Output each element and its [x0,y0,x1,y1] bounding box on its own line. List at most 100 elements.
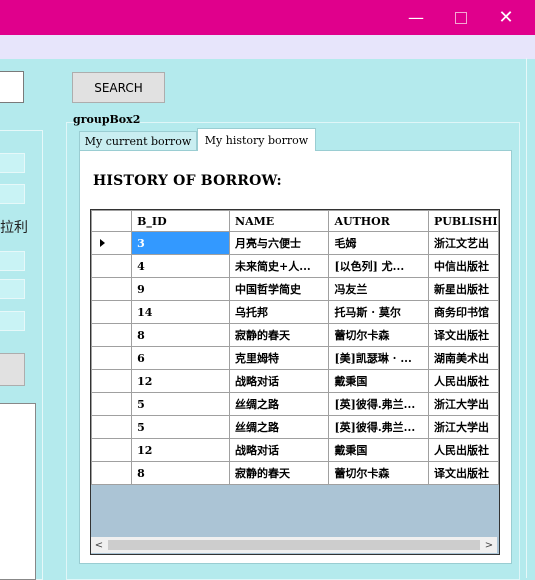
row-header[interactable] [91,254,133,278]
left-action-button[interactable] [0,353,25,386]
tab-current-borrow[interactable]: My current borrow [79,131,197,152]
row-header[interactable] [91,231,133,255]
cell-b-id[interactable]: 8 [131,461,231,485]
row-header[interactable] [91,323,133,347]
row-header[interactable] [91,415,133,439]
row-header[interactable] [91,461,133,485]
cell-b-id[interactable]: 6 [131,346,231,370]
scroll-right-icon: > [484,539,494,551]
tab-history-borrow[interactable]: My history borrow [197,128,316,151]
cell-publisher[interactable]: 人民出版社 [428,438,499,462]
left-field-3[interactable] [0,251,25,271]
cell-b-id[interactable]: 4 [131,254,231,278]
table-row[interactable]: 3 月亮与六便士 毛姆 浙江文艺出 [91,231,499,255]
cell-author[interactable]: [英]彼得.弗兰... [328,392,429,416]
cell-publisher[interactable]: 商务印书馆 [428,300,499,324]
row-header[interactable] [91,369,133,393]
cell-name[interactable]: 克里姆特 [229,346,330,370]
close-button[interactable]: ✕ [486,0,526,35]
cell-publisher[interactable]: 浙江大学出 [428,392,499,416]
groupbox-title: groupBox2 [73,113,141,126]
cell-name[interactable]: 丝绸之路 [229,415,330,439]
cell-name[interactable]: 战略对话 [229,438,330,462]
cell-author[interactable]: 毛姆 [328,231,429,255]
cell-b-id[interactable]: 12 [131,369,231,393]
cell-author[interactable]: 戴秉国 [328,438,429,462]
cell-name[interactable]: 中国哲学简史 [229,277,330,301]
cell-b-id[interactable]: 8 [131,323,231,347]
cell-b-id[interactable]: 3 [131,231,231,255]
cell-name[interactable]: 未来简史+人... [229,254,330,278]
table-row[interactable]: 12 战略对话 戴秉国 人民出版社 [91,438,499,462]
table-header-row: B_ID NAME AUTHOR PUBLISHI [91,210,499,232]
table-row[interactable]: 14 乌托邦 托马斯 · 莫尔 商务印书馆 [91,300,499,324]
maximize-button[interactable] [441,0,481,35]
row-header[interactable] [91,346,133,370]
row-header[interactable] [91,277,133,301]
minimize-icon: — [408,8,424,27]
cell-publisher[interactable]: 浙江大学出 [428,415,499,439]
cell-author[interactable]: [美]凯瑟琳 · ... [328,346,429,370]
table-row[interactable]: 5 丝绸之路 [英]彼得.弗兰... 浙江大学出 [91,415,499,439]
scroll-left-button[interactable]: < [91,537,107,553]
cell-name[interactable]: 乌托邦 [229,300,330,324]
cell-b-id[interactable]: 12 [131,438,231,462]
cell-name[interactable]: 寂静的春天 [229,461,330,485]
cell-name[interactable]: 月亮与六便士 [229,231,330,255]
history-table: B_ID NAME AUTHOR PUBLISHI 3 月亮与六便士 毛姆 浙江文艺出… [91,210,499,485]
row-header[interactable] [91,392,133,416]
history-heading: HISTORY OF BORROW: [93,173,282,189]
history-grid[interactable]: B_ID NAME AUTHOR PUBLISHI 3 月亮与六便士 毛姆 浙江文艺出… [90,209,500,555]
cell-author[interactable]: [以色列] 尤... [328,254,429,278]
cell-author[interactable]: 蕾切尔卡森 [328,461,429,485]
left-field-2[interactable] [0,184,25,204]
minimize-button[interactable]: — [396,0,436,35]
scroll-right-button[interactable]: > [481,537,497,553]
menu-bar [0,35,535,59]
cell-author[interactable]: 托马斯 · 莫尔 [328,300,429,324]
search-button[interactable]: SEARCH [72,72,165,103]
cell-b-id[interactable]: 14 [131,300,231,324]
table-row[interactable]: 8 寂静的春天 蕾切尔卡森 译文出版社 [91,461,499,485]
scroll-left-icon: < [94,539,104,551]
scrollbar-thumb[interactable] [108,540,480,550]
row-header-corner [91,210,133,232]
table-row[interactable]: 12 战略对话 戴秉国 人民出版社 [91,369,499,393]
cell-b-id[interactable]: 5 [131,415,231,439]
left-field-label: 拉利 [0,220,28,236]
left-field-1[interactable] [0,153,25,173]
cell-author[interactable]: [英]彼得.弗兰... [328,415,429,439]
cell-author[interactable]: 戴秉国 [328,369,429,393]
cell-publisher[interactable]: 中信出版社 [428,254,499,278]
cell-publisher[interactable]: 新星出版社 [428,277,499,301]
row-header[interactable] [91,438,133,462]
cell-publisher[interactable]: 人民出版社 [428,369,499,393]
cell-publisher[interactable]: 湖南美术出 [428,346,499,370]
left-list-box[interactable] [0,403,36,580]
cell-b-id[interactable]: 5 [131,392,231,416]
column-header-publisher[interactable]: PUBLISHI [428,210,499,232]
cell-publisher[interactable]: 译文出版社 [428,323,499,347]
table-row[interactable]: 9 中国哲学简史 冯友兰 新星出版社 [91,277,499,301]
row-header[interactable] [91,300,133,324]
left-field-5[interactable] [0,311,25,331]
search-input[interactable] [0,71,24,103]
left-field-4[interactable] [0,279,25,299]
table-row[interactable]: 4 未来简史+人... [以色列] 尤... 中信出版社 [91,254,499,278]
column-header-b-id[interactable]: B_ID [131,210,231,232]
cell-publisher[interactable]: 浙江文艺出 [428,231,499,255]
cell-name[interactable]: 丝绸之路 [229,392,330,416]
column-header-author[interactable]: AUTHOR [328,210,429,232]
cell-author[interactable]: 冯友兰 [328,277,429,301]
table-row[interactable]: 8 寂静的春天 蕾切尔卡森 译文出版社 [91,323,499,347]
table-row[interactable]: 5 丝绸之路 [英]彼得.弗兰... 浙江大学出 [91,392,499,416]
table-row[interactable]: 6 克里姆特 [美]凯瑟琳 · ... 湖南美术出 [91,346,499,370]
cell-author[interactable]: 蕾切尔卡森 [328,323,429,347]
column-header-name[interactable]: NAME [229,210,330,232]
cell-b-id[interactable]: 9 [131,277,231,301]
cell-name[interactable]: 寂静的春天 [229,323,330,347]
maximize-icon [455,11,467,24]
cell-name[interactable]: 战略对话 [229,369,330,393]
current-row-arrow-icon [100,239,105,247]
cell-publisher[interactable]: 译文出版社 [428,461,499,485]
